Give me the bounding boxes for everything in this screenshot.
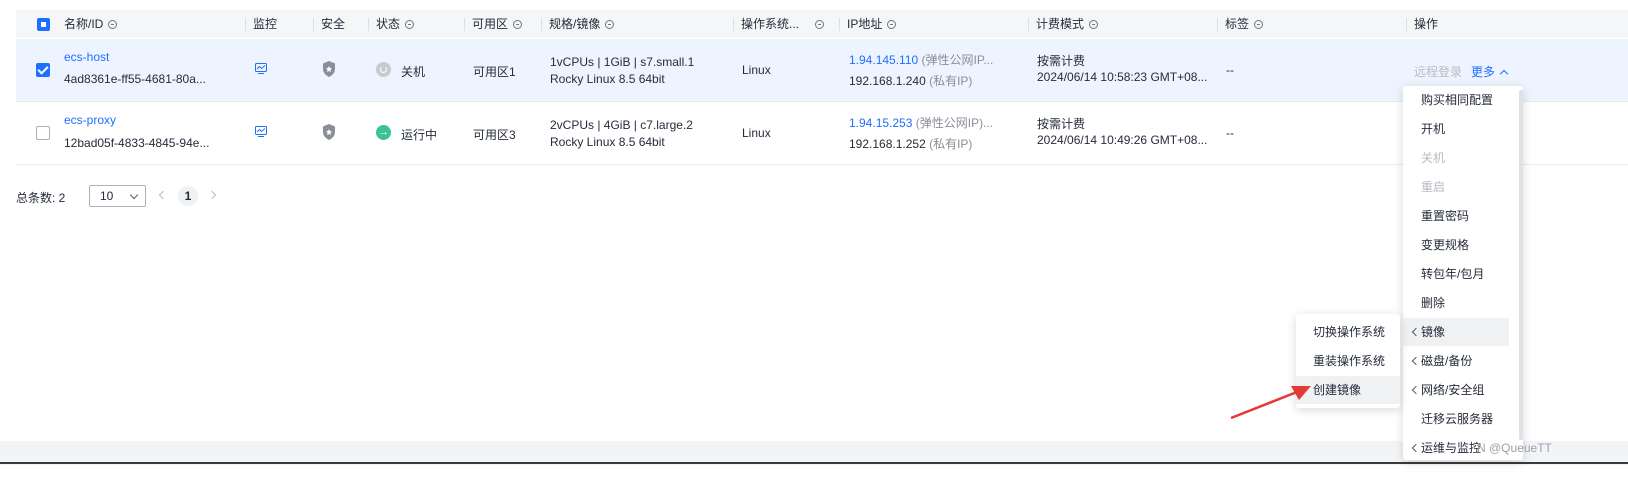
status-running-icon: →: [376, 125, 391, 140]
more-button[interactable]: 更多: [1471, 63, 1509, 80]
sort-icon[interactable]: [887, 20, 897, 29]
total-count: 总条数: 2: [16, 191, 66, 205]
table-row: ecs-host 4ad8361e-ff55-4681-80a... 关机 可用…: [16, 39, 1628, 102]
billing-mode: 按需计费: [1037, 54, 1086, 68]
created-time: 2024/06/14 10:49:26 GMT+08...: [1037, 133, 1208, 147]
col-header-tag[interactable]: 标签: [1216, 10, 1264, 38]
row-checkbox[interactable]: [36, 63, 50, 77]
chevron-up-icon: [1500, 69, 1509, 79]
instance-name-link[interactable]: ecs-proxy: [64, 113, 116, 127]
page-number-current[interactable]: 1: [178, 186, 198, 206]
menu-item-start[interactable]: 开机: [1403, 115, 1523, 143]
col-header-ip[interactable]: IP地址: [838, 10, 897, 38]
status-text: 关机: [401, 65, 426, 79]
monitor-icon[interactable]: [255, 126, 267, 137]
col-header-billing[interactable]: 计费模式: [1027, 10, 1099, 38]
chevron-down-icon: [129, 190, 139, 200]
private-ip: 192.168.1.252 (私有IP): [849, 137, 973, 151]
watermark: N @QueueTT: [1477, 441, 1552, 455]
col-header-action: 操作: [1405, 10, 1438, 38]
instance-name-link[interactable]: ecs-host: [64, 50, 109, 64]
sort-icon[interactable]: [513, 20, 523, 29]
menu-item-disk-backup[interactable]: 磁盘/备份: [1403, 347, 1523, 375]
remote-login-link[interactable]: 远程登录: [1414, 63, 1462, 80]
menu-item-image[interactable]: 镜像: [1403, 318, 1509, 346]
menu-item-migrate[interactable]: 迁移云服务器: [1403, 405, 1523, 433]
os-type: Linux: [742, 63, 771, 77]
more-dropdown-menu: 购买相同配置 开机 关机 重启 重置密码 变更规格 转包年/包月 删除 镜像 磁…: [1403, 86, 1523, 460]
sort-icon[interactable]: [815, 20, 825, 29]
shield-icon[interactable]: [322, 124, 336, 140]
chevron-left-icon: [1411, 327, 1421, 337]
select-all-checkbox[interactable]: [37, 18, 50, 31]
prev-page-icon[interactable]: [158, 190, 168, 200]
menu-item-stop: 关机: [1421, 151, 1446, 165]
image: Rocky Linux 8.5 64bit: [550, 135, 665, 149]
chevron-left-icon: [1411, 356, 1421, 366]
submenu-item-reinstall-os[interactable]: 重装操作系统: [1296, 347, 1400, 375]
menu-item-restart: 重启: [1421, 180, 1446, 194]
sort-icon[interactable]: [1254, 20, 1264, 29]
spec: 2vCPUs | 4GiB | c7.large.2: [550, 118, 693, 132]
col-header-os[interactable]: 操作系统...: [732, 10, 825, 38]
instance-id: 12bad05f-4833-4845-94e...: [64, 136, 210, 150]
sort-icon[interactable]: [605, 20, 615, 29]
availability-zone: 可用区1: [473, 65, 516, 79]
menu-item-convert-yearly[interactable]: 转包年/包月: [1403, 260, 1523, 288]
menu-item-reset-password[interactable]: 重置密码: [1403, 202, 1523, 230]
chevron-left-icon: [1411, 443, 1421, 453]
page-size-select[interactable]: 10: [89, 185, 146, 207]
col-header-status[interactable]: 状态: [367, 10, 415, 38]
menu-item-delete[interactable]: 删除: [1403, 289, 1523, 317]
bottom-border: [0, 462, 1628, 464]
created-time: 2024/06/14 10:58:23 GMT+08...: [1037, 70, 1208, 84]
menu-item-change-spec[interactable]: 变更规格: [1403, 231, 1523, 259]
table-header: 名称/ID 监控 安全 状态 可用区 规格/镜像 操作系统... IP地址 计费…: [16, 10, 1628, 38]
menu-item-network-security[interactable]: 网络/安全组: [1403, 376, 1523, 404]
sort-icon[interactable]: [1089, 20, 1099, 29]
os-type: Linux: [742, 126, 771, 140]
sort-icon[interactable]: [405, 20, 415, 29]
status-text: 运行中: [401, 128, 438, 142]
next-page-icon[interactable]: [207, 190, 217, 200]
public-ip[interactable]: 1.94.145.110 (弹性公网IP...: [849, 51, 993, 68]
chevron-left-icon: [1411, 385, 1421, 395]
tag-value: --: [1226, 126, 1234, 140]
col-header-az[interactable]: 可用区: [463, 10, 523, 38]
row-checkbox[interactable]: [36, 126, 50, 140]
billing-mode: 按需计费: [1037, 117, 1086, 131]
menu-scrollbar[interactable]: [1519, 90, 1523, 440]
monitor-icon[interactable]: [255, 63, 267, 74]
instance-id: 4ad8361e-ff55-4681-80a...: [64, 72, 206, 86]
status-stopped-icon: [376, 62, 391, 77]
tag-value: --: [1226, 63, 1234, 77]
shield-icon[interactable]: [322, 61, 336, 77]
spec: 1vCPUs | 1GiB | s7.small.1: [550, 55, 695, 69]
public-ip[interactable]: 1.94.15.253 (弹性公网IP)...: [849, 114, 993, 131]
private-ip: 192.168.1.240 (私有IP): [849, 74, 973, 88]
table-row: ecs-proxy 12bad05f-4833-4845-94e... → 运行…: [16, 102, 1628, 165]
menu-item-buy-same[interactable]: 购买相同配置: [1403, 86, 1523, 114]
col-header-spec[interactable]: 规格/镜像: [540, 10, 615, 38]
col-header-name[interactable]: 名称/ID: [64, 10, 118, 38]
sort-icon[interactable]: [108, 20, 118, 29]
col-header-monitor: 监控: [244, 10, 277, 38]
image: Rocky Linux 8.5 64bit: [550, 72, 665, 86]
availability-zone: 可用区3: [473, 128, 516, 142]
col-header-security: 安全: [312, 10, 345, 38]
annotation-arrow-icon: [1230, 386, 1311, 420]
submenu-item-switch-os[interactable]: 切换操作系统: [1296, 318, 1400, 346]
